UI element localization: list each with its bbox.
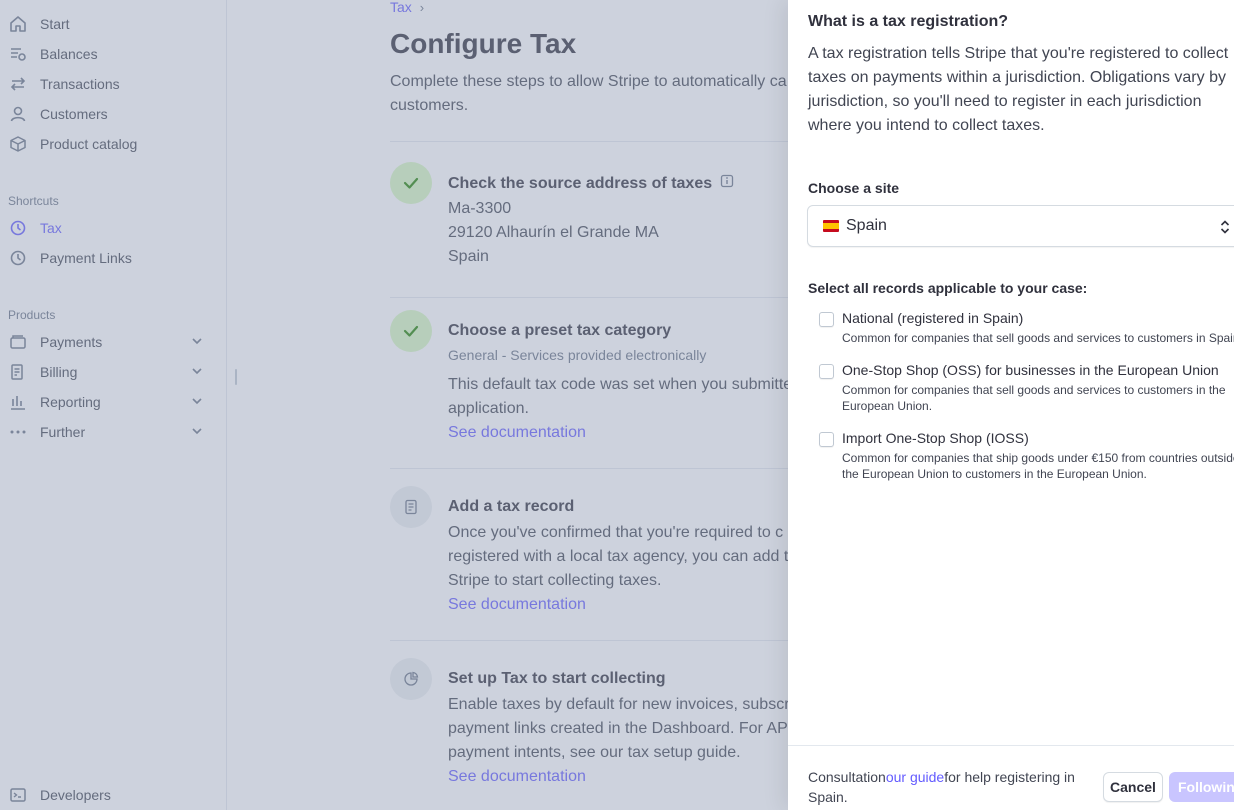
option-title: Import One-Stop Shop (IOSS): [842, 430, 1029, 446]
guide-link[interactable]: our guide: [886, 769, 944, 785]
ioss-checkbox[interactable]: [819, 432, 834, 447]
option-description: Common for companies that ship goods und…: [842, 451, 1234, 481]
next-button[interactable]: Following: [1169, 772, 1234, 802]
site-select-value: Spain: [846, 217, 887, 234]
tax-registration-drawer: What is a tax registration? A tax regist…: [788, 0, 1234, 810]
cancel-button[interactable]: Cancel: [1103, 772, 1163, 802]
records-label: Select all records applicable to your ca…: [808, 280, 1088, 296]
option-title: National (registered in Spain): [842, 310, 1024, 326]
option-description: Common for companies that sell goods and…: [842, 331, 1234, 345]
oss-checkbox[interactable]: [819, 364, 834, 379]
drawer-title: What is a tax registration?: [808, 13, 1009, 30]
site-select[interactable]: Spain: [807, 205, 1234, 247]
site-label: Choose a site: [808, 180, 900, 196]
drawer-description: A tax registration tells Stripe that you…: [808, 45, 1229, 134]
option-title: One-Stop Shop (OSS) for businesses in th…: [842, 362, 1219, 378]
option-description: Common for companies that sell goods and…: [842, 383, 1226, 413]
chevron-updown-icon: [1220, 219, 1230, 240]
national-checkbox[interactable]: [819, 312, 834, 327]
drawer-footer: Consultationour guidefor help registerin…: [788, 745, 1234, 810]
help-text: Consultationour guidefor help registerin…: [808, 769, 1075, 805]
spain-flag-icon: [823, 220, 839, 232]
